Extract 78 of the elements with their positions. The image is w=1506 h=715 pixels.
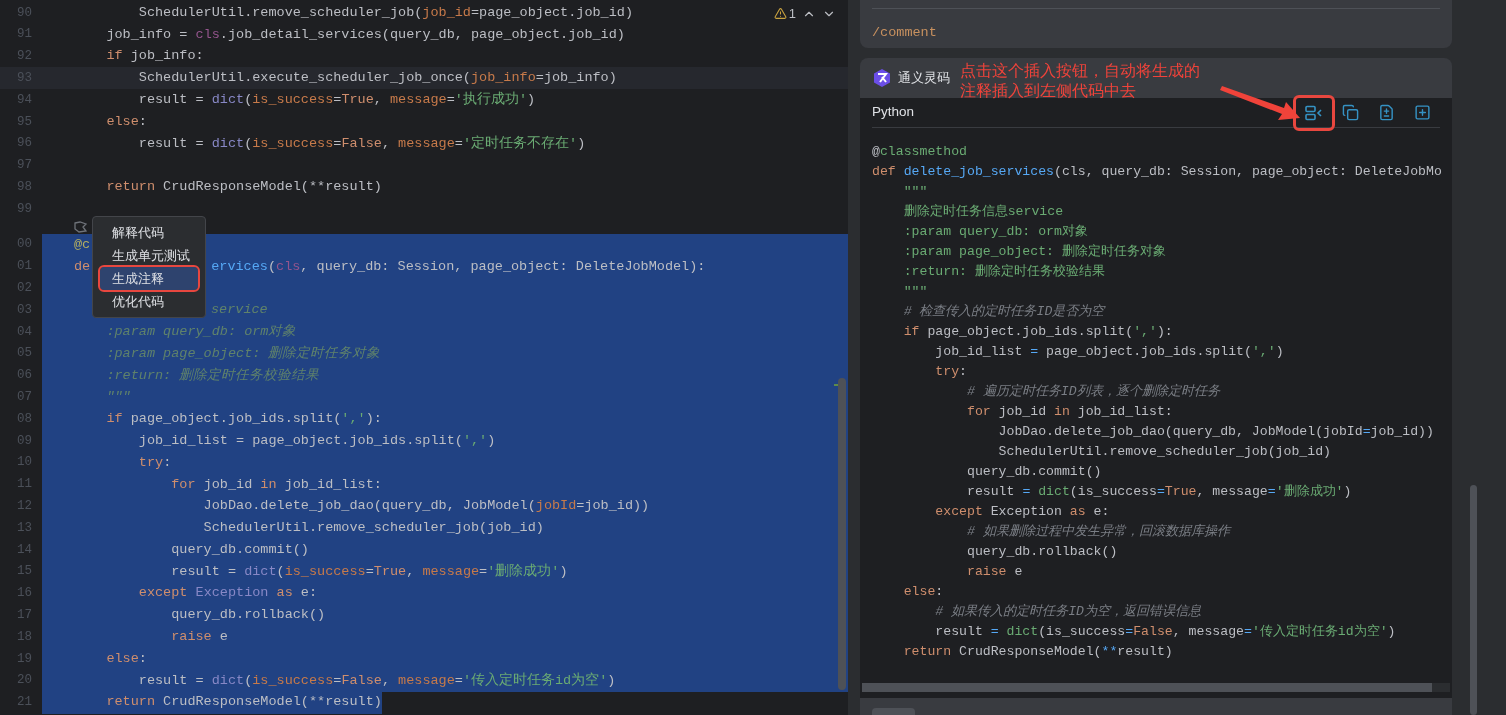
code-line: SchedulerUtil.remove_scheduler_job(job_id) (997, 443, 1331, 462)
insert-icon (1305, 104, 1323, 121)
code-line: # 遍历定时任务ID列表，逐个删除定时任务 (965, 383, 1220, 402)
code-line: except Exception as e: (137, 584, 318, 603)
code-line: result = dict(is_success=True, message='删除成功') (170, 562, 568, 581)
code-line: @classmethod (872, 143, 967, 162)
code-line: return CrudResponseModel(**result) (105, 693, 382, 712)
command-text: /comment (872, 25, 937, 40)
code-line: JobDao.delete_job_dao(query_db, JobModel(jobId=job_id)) (997, 423, 1434, 442)
code-line: result = dict(is_success=False, message='传入定时任务id为空') (137, 671, 616, 690)
code-editor[interactable] (0, 0, 848, 715)
code-line: query_db.commit() (965, 463, 1102, 482)
code-line: result = dict(is_success=False, message='定时任务不存在') (137, 134, 586, 153)
code-line: JobDao.delete_job_dao(query_db, JobModel(jobId=job_id)) (202, 497, 650, 516)
code-line: raise e (965, 563, 1023, 582)
code-line: :return: 删除定时任务校验结果 (105, 366, 320, 385)
code-line: :param query_db: orm对象 (902, 223, 1088, 242)
code-line: else: (902, 583, 944, 602)
code-line: :param page_object: 删除定时任务对象 (902, 243, 1166, 262)
code-line: job_id_list = page_object.job_ids.split(',') (137, 431, 496, 450)
code-line: # 检查传入的定时任务ID是否为空 (902, 303, 1105, 322)
code-line: job_id_list = page_object.job_ids.split(',') (934, 343, 1284, 362)
menu-item[interactable]: 解释代码 (100, 221, 198, 244)
code-line: else: (105, 112, 147, 131)
code-line: except Exception as e: (934, 503, 1110, 522)
menu-item[interactable]: 优化代码 (100, 290, 198, 313)
code-line: if page_object.job_ids.split(','): (902, 323, 1173, 342)
code-line: raise e (170, 628, 228, 647)
scrollbar-thumb[interactable] (838, 378, 846, 690)
warning-count: 1 (788, 5, 796, 23)
code-line: try: (934, 363, 967, 382)
code-line: try: (137, 453, 172, 472)
code-line: """ (902, 183, 928, 202)
code-line: :return: 删除定时任务校验结果 (902, 263, 1105, 282)
code-line: SchedulerUtil.remove_scheduler_job(job_id=page_object.job_id) (137, 3, 633, 22)
logo-icon (872, 68, 892, 88)
code-line: # 如果传入的定时任务ID为空，返回错误信息 (934, 603, 1201, 622)
code-line: if job_info: (105, 47, 204, 66)
code-line: SchedulerUtil.remove_scheduler_job(job_id) (202, 519, 544, 538)
copy-icon (1341, 104, 1359, 121)
code-line: result = dict(is_success=True, message='删除成功') (965, 483, 1352, 502)
insert-button[interactable] (1296, 97, 1332, 128)
code-line: """ (902, 283, 928, 302)
menu-item[interactable]: 生成注释 (100, 267, 198, 290)
code-line: result = dict(is_success=False, message='传入定时任务id为空') (934, 623, 1396, 642)
code-line: 删除定时任务信息service (902, 203, 1064, 222)
code-line: ervices(cls, query_db: Session, page_object: DeleteJobModel): (211, 257, 706, 276)
assistant-icon[interactable] (74, 220, 87, 233)
code-line: else: (105, 649, 147, 668)
scrollbar-thumb[interactable] (1470, 485, 1477, 715)
code-line: if page_object.job_ids.split(','): (105, 410, 382, 429)
code-line: def delete_job_services(cls, query_db: Session, page_object: DeleteJobMo (872, 163, 1442, 182)
horizontal-scrollbar[interactable] (862, 683, 1432, 692)
code-line: for job_id in job_id_list: (170, 475, 382, 494)
language-label: Python (872, 103, 915, 122)
code-line: service (211, 301, 268, 320)
warning-icon (773, 7, 787, 21)
code-line: """ (105, 388, 131, 407)
code-line: SchedulerUtil.execute_scheduler_job_once(job_info=job_info) (137, 69, 617, 88)
code-line: result = dict(is_success=True, message='执行成功') (137, 90, 536, 109)
code-line: query_db.commit() (170, 540, 309, 559)
code-line: return CrudResponseModel(**result) (902, 643, 1173, 662)
code-line: # 如果删除过程中发生异常，回滚数据库操作 (965, 523, 1230, 542)
code-line: query_db.rollback() (170, 606, 326, 625)
code-line: query_db.rollback() (965, 543, 1118, 562)
code-line: @c (74, 235, 91, 254)
diff-icon (1377, 104, 1395, 121)
annotation-text: 注释插入到左侧代码中去 (960, 81, 1137, 101)
code-line: for job_id in job_id_list: (965, 403, 1173, 422)
code-line: :param page_object: 删除定时任务对象 (105, 344, 381, 363)
annotation-text: 点击这个插入按钮，自动将生成的 (960, 61, 1200, 81)
code-line: :param query_db: orm对象 (105, 322, 297, 341)
add-icon (1413, 104, 1431, 121)
menu-item[interactable]: 生成单元测试 (100, 244, 198, 267)
code-line: de (74, 257, 91, 276)
code-line: return CrudResponseModel(**result) (105, 178, 382, 197)
code-line: job_info = cls.job_detail_services(query_db, page_object.job_id) (105, 25, 625, 44)
assistant-title: 通义灵码 (898, 69, 950, 88)
